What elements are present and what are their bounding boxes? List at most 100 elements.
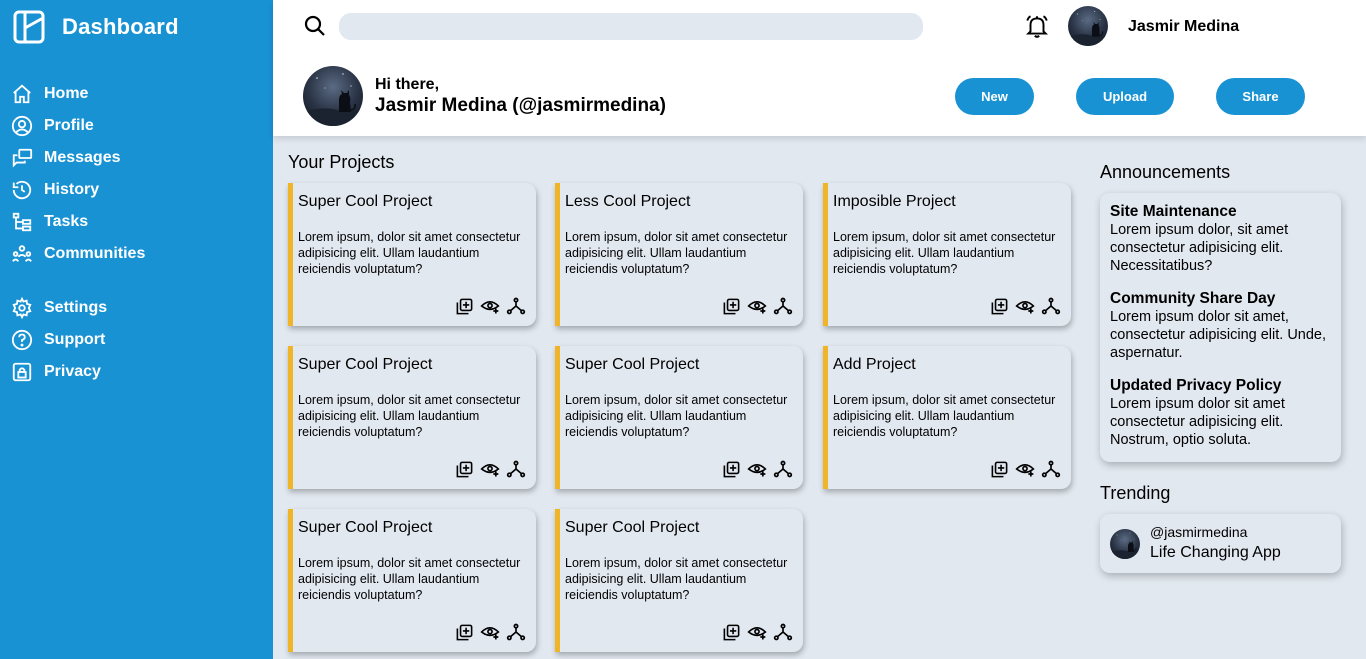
announcements-title: Announcements bbox=[1100, 162, 1231, 182]
share-button[interactable]: Share bbox=[1216, 78, 1305, 115]
project-card[interactable]: Super Cool Project Lorem ipsum, dolor si… bbox=[288, 183, 536, 326]
search-icon[interactable] bbox=[303, 14, 327, 38]
fork-icon[interactable] bbox=[1041, 459, 1061, 479]
fork-icon[interactable] bbox=[1041, 296, 1061, 316]
greeting: Hi there, bbox=[375, 76, 440, 93]
sidebar-item-support[interactable]: Support bbox=[11, 324, 145, 356]
project-actions bbox=[989, 296, 1061, 316]
watch-icon[interactable] bbox=[747, 459, 767, 479]
project-actions bbox=[989, 459, 1061, 479]
project-card[interactable]: Less Cool Project Lorem ipsum, dolor sit… bbox=[555, 183, 803, 326]
project-description: Lorem ipsum, dolor sit amet consectetur … bbox=[833, 393, 1056, 439]
announcement-body: Lorem ipsum dolor, sit amet consectetur … bbox=[1110, 222, 1289, 274]
header: Jasmir Medina Hi there, Jasmir Medina (@… bbox=[273, 0, 1366, 136]
sidebar-item-label: Tasks bbox=[44, 213, 89, 230]
project-title: Super Cool Project bbox=[298, 193, 433, 210]
brand-title: Dashboard bbox=[62, 14, 179, 39]
trending-title: Trending bbox=[1100, 483, 1171, 503]
fork-icon[interactable] bbox=[506, 459, 526, 479]
project-description: Lorem ipsum, dolor sit amet consectetur … bbox=[298, 393, 521, 439]
project-actions bbox=[721, 296, 793, 316]
add-to-collection-icon[interactable] bbox=[454, 622, 474, 642]
sidebar: Dashboard Home Profile Messages History … bbox=[0, 0, 273, 659]
brand[interactable]: Dashboard bbox=[13, 10, 179, 44]
new-button[interactable]: New bbox=[955, 78, 1034, 115]
project-actions bbox=[721, 622, 793, 642]
announcement-title: Site Maintenance bbox=[1110, 203, 1237, 220]
project-card[interactable]: Super Cool Project Lorem ipsum, dolor si… bbox=[288, 509, 536, 652]
header-user-name: Jasmir Medina bbox=[1128, 18, 1240, 35]
fork-icon[interactable] bbox=[506, 296, 526, 316]
add-to-collection-icon[interactable] bbox=[989, 459, 1009, 479]
add-to-collection-icon[interactable] bbox=[454, 296, 474, 316]
project-card[interactable]: Super Cool Project Lorem ipsum, dolor si… bbox=[288, 346, 536, 489]
project-card[interactable]: Add Project Lorem ipsum, dolor sit amet … bbox=[823, 346, 1071, 489]
project-description: Lorem ipsum, dolor sit amet consectetur … bbox=[565, 556, 788, 602]
add-to-collection-icon[interactable] bbox=[721, 459, 741, 479]
trending-card[interactable]: @jasmirmedina Life Changing App bbox=[1100, 514, 1341, 573]
project-actions bbox=[454, 459, 526, 479]
fork-icon[interactable] bbox=[773, 459, 793, 479]
people-icon bbox=[11, 243, 33, 265]
sidebar-item-label: Home bbox=[44, 85, 89, 102]
fork-icon[interactable] bbox=[506, 622, 526, 642]
project-description: Lorem ipsum, dolor sit amet consectetur … bbox=[565, 393, 788, 439]
help-icon bbox=[11, 329, 33, 351]
user-circle-icon bbox=[11, 115, 33, 137]
watch-icon[interactable] bbox=[1015, 459, 1035, 479]
sidebar-item-label: History bbox=[44, 181, 100, 198]
watch-icon[interactable] bbox=[747, 296, 767, 316]
profile-avatar bbox=[303, 66, 363, 126]
project-title: Less Cool Project bbox=[565, 193, 691, 210]
tasks-icon bbox=[11, 211, 33, 233]
sidebar-item-label: Privacy bbox=[44, 363, 101, 380]
project-title: Add Project bbox=[833, 356, 916, 373]
search-input[interactable] bbox=[339, 13, 923, 40]
sidebar-item-communities[interactable]: Communities bbox=[11, 238, 145, 270]
project-card[interactable]: Super Cool Project Lorem ipsum, dolor si… bbox=[555, 346, 803, 489]
home-icon bbox=[11, 83, 33, 105]
watch-icon[interactable] bbox=[1015, 296, 1035, 316]
sidebar-item-home[interactable]: Home bbox=[11, 78, 145, 110]
lock-icon bbox=[11, 361, 33, 383]
avatar[interactable] bbox=[1068, 6, 1108, 46]
gear-icon bbox=[11, 297, 33, 319]
announcement-item[interactable]: Site Maintenance Lorem ipsum dolor, sit … bbox=[1110, 203, 1331, 275]
sidebar-item-profile[interactable]: Profile bbox=[11, 110, 145, 142]
project-description: Lorem ipsum, dolor sit amet consectetur … bbox=[833, 230, 1056, 276]
announcement-item[interactable]: Updated Privacy Policy Lorem ipsum dolor… bbox=[1110, 377, 1331, 449]
add-to-collection-icon[interactable] bbox=[989, 296, 1009, 316]
fork-icon[interactable] bbox=[773, 296, 793, 316]
bell-icon[interactable] bbox=[1024, 13, 1050, 39]
announcement-item[interactable]: Community Share Day Lorem ipsum dolor si… bbox=[1110, 290, 1331, 362]
sidebar-item-label: Profile bbox=[44, 117, 94, 134]
project-card[interactable]: Imposible Project Lorem ipsum, dolor sit… bbox=[823, 183, 1071, 326]
history-icon bbox=[11, 179, 33, 201]
dashboard-logo-icon bbox=[13, 10, 47, 44]
project-card[interactable]: Super Cool Project Lorem ipsum, dolor si… bbox=[555, 509, 803, 652]
add-to-collection-icon[interactable] bbox=[454, 459, 474, 479]
fork-icon[interactable] bbox=[773, 622, 793, 642]
add-to-collection-icon[interactable] bbox=[721, 296, 741, 316]
project-actions bbox=[454, 622, 526, 642]
projects-title: Your Projects bbox=[288, 152, 395, 172]
project-description: Lorem ipsum, dolor sit amet consectetur … bbox=[298, 556, 521, 602]
sidebar-item-privacy[interactable]: Privacy bbox=[11, 356, 145, 388]
announcement-body: Lorem ipsum dolor sit amet consectetur a… bbox=[1110, 396, 1285, 448]
project-title: Imposible Project bbox=[833, 193, 956, 210]
sidebar-item-tasks[interactable]: Tasks bbox=[11, 206, 145, 238]
profile-full-name: Jasmir Medina (@jasmirmedina) bbox=[375, 95, 666, 116]
watch-icon[interactable] bbox=[480, 459, 500, 479]
watch-icon[interactable] bbox=[747, 622, 767, 642]
trending-app-name: Life Changing App bbox=[1150, 544, 1281, 561]
watch-icon[interactable] bbox=[480, 622, 500, 642]
sidebar-item-label: Communities bbox=[44, 245, 146, 262]
sidebar-item-messages[interactable]: Messages bbox=[11, 142, 145, 174]
sidebar-item-history[interactable]: History bbox=[11, 174, 145, 206]
announcement-body: Lorem ipsum dolor sit amet, consectetur … bbox=[1110, 309, 1327, 361]
avatar bbox=[1110, 529, 1140, 559]
add-to-collection-icon[interactable] bbox=[721, 622, 741, 642]
sidebar-item-settings[interactable]: Settings bbox=[11, 292, 145, 324]
watch-icon[interactable] bbox=[480, 296, 500, 316]
upload-button[interactable]: Upload bbox=[1076, 78, 1174, 115]
